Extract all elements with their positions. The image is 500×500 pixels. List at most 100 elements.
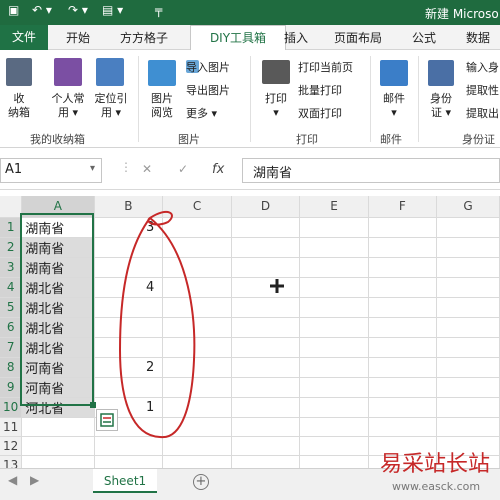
export-picture-button[interactable]: 导出图片 [186,82,230,98]
cell[interactable] [368,297,438,318]
cell[interactable] [436,397,500,418]
cell[interactable] [299,417,369,437]
cell[interactable] [162,337,232,358]
row-header[interactable]: 13 [0,455,23,468]
tab-formulas[interactable]: 公式 [412,29,436,46]
cell[interactable] [162,237,232,258]
cell[interactable] [368,377,438,398]
extract-gender-button[interactable]: 提取性 [466,82,499,98]
cell[interactable] [368,337,438,358]
cell-a[interactable] [21,455,95,468]
cell-a[interactable]: 河南省 [21,377,95,398]
save-icon[interactable]: ▣ [8,3,19,17]
cell[interactable] [231,436,301,456]
cell-b[interactable] [94,237,164,258]
quick-analysis-icon[interactable] [96,409,118,431]
cell[interactable] [299,217,369,238]
worksheet-grid[interactable]: A B C D E F G 1 湖南省 3 2 湖南省 3 湖南省 4 湖北省 4 5 湖北省 6 湖北省… [0,196,500,468]
add-sheet-button[interactable]: + [193,474,209,490]
cell[interactable] [162,455,232,468]
cell[interactable] [436,417,500,437]
cell[interactable] [231,455,301,468]
more-button[interactable]: 更多 ▾ [186,105,217,121]
cell-a[interactable]: 湖北省 [21,277,95,298]
column-header-e[interactable]: E [299,196,369,218]
cell[interactable] [162,397,232,418]
cell-b[interactable]: 3 [94,217,164,238]
cancel-icon[interactable]: ✕ [142,162,152,176]
cell-a[interactable]: 湖南省 [21,237,95,258]
cell[interactable] [162,257,232,278]
cell[interactable] [299,317,369,338]
cell[interactable] [162,377,232,398]
cell[interactable] [436,257,500,278]
prev-sheet-icon[interactable]: ◀ [8,473,17,487]
cell[interactable] [436,237,500,258]
cell[interactable] [299,337,369,358]
cell[interactable] [436,277,500,298]
cell-b[interactable]: 2 [94,357,164,378]
cell-b[interactable] [94,436,164,456]
cell[interactable] [299,277,369,298]
cell-b[interactable] [94,257,164,278]
cell-a[interactable]: 湖北省 [21,317,95,338]
cell-a[interactable]: 湖北省 [21,337,95,358]
cell-a[interactable] [21,417,95,437]
row-header[interactable]: 12 [0,436,23,456]
cell[interactable] [436,297,500,318]
row-header[interactable]: 11 [0,417,23,437]
row-header[interactable]: 1 [0,217,23,238]
undo-icon[interactable]: ↶ ▾ [32,3,52,17]
cell[interactable] [368,397,438,418]
cell[interactable] [299,436,369,456]
cell[interactable] [231,337,301,358]
row-header[interactable]: 4 [0,277,23,298]
cell[interactable] [299,297,369,318]
extract-birth-button[interactable]: 提取出 [466,105,499,121]
batch-print-button[interactable]: 批量打印 [298,82,342,98]
tab-page-layout[interactable]: 页面布局 [334,29,382,46]
print-current-page-button[interactable]: 打印当前页 [298,59,353,75]
cell-b[interactable] [94,455,164,468]
tab-insert[interactable]: 插入 [284,29,308,46]
cell[interactable] [436,377,500,398]
collect-box-button[interactable]: 收 纳箱 [2,92,36,120]
cell[interactable] [368,257,438,278]
column-header-f[interactable]: F [368,196,438,218]
chevron-down-icon[interactable]: ▾ [90,163,95,174]
row-header[interactable]: 5 [0,297,23,318]
cell-b[interactable] [94,337,164,358]
cell[interactable] [368,317,438,338]
redo-icon[interactable]: ↷ ▾ [68,3,88,17]
row-header[interactable]: 2 [0,237,23,258]
row-header[interactable]: 9 [0,377,23,398]
cell-b[interactable] [94,297,164,318]
cell[interactable] [299,237,369,258]
tab-home[interactable]: 开始 [66,29,90,46]
cell-a[interactable]: 河北省 [21,397,95,418]
cell[interactable] [162,277,232,298]
locate-reference-button[interactable]: 定位引 用 ▾ [88,92,134,120]
customize-qat-icon[interactable]: ╤ [155,3,162,17]
cell[interactable] [162,297,232,318]
cell[interactable] [299,455,369,468]
cell[interactable] [231,257,301,278]
cell-a[interactable] [21,436,95,456]
cell[interactable] [231,397,301,418]
duplex-print-button[interactable]: 双面打印 [298,105,342,121]
personal-common-button[interactable]: 个人常 用 ▾ [44,92,92,120]
cell[interactable] [162,417,232,437]
print-preview-icon[interactable]: ▤ ▾ [102,3,123,17]
tab-diy-toolbox[interactable]: DIY工具箱 [190,25,286,51]
sheet-tab-sheet1[interactable]: Sheet1 [93,469,157,493]
print-button[interactable]: 打印 ▾ [258,92,294,120]
cell[interactable] [231,317,301,338]
picture-view-button[interactable]: 图片 阅览 [144,92,180,120]
cell-a[interactable]: 湖北省 [21,297,95,318]
column-header-a[interactable]: A [21,196,95,218]
cell-a[interactable]: 河南省 [21,357,95,378]
cell[interactable] [368,417,438,437]
cell[interactable] [436,317,500,338]
tab-data[interactable]: 数据 [466,29,490,46]
cell[interactable] [368,217,438,238]
